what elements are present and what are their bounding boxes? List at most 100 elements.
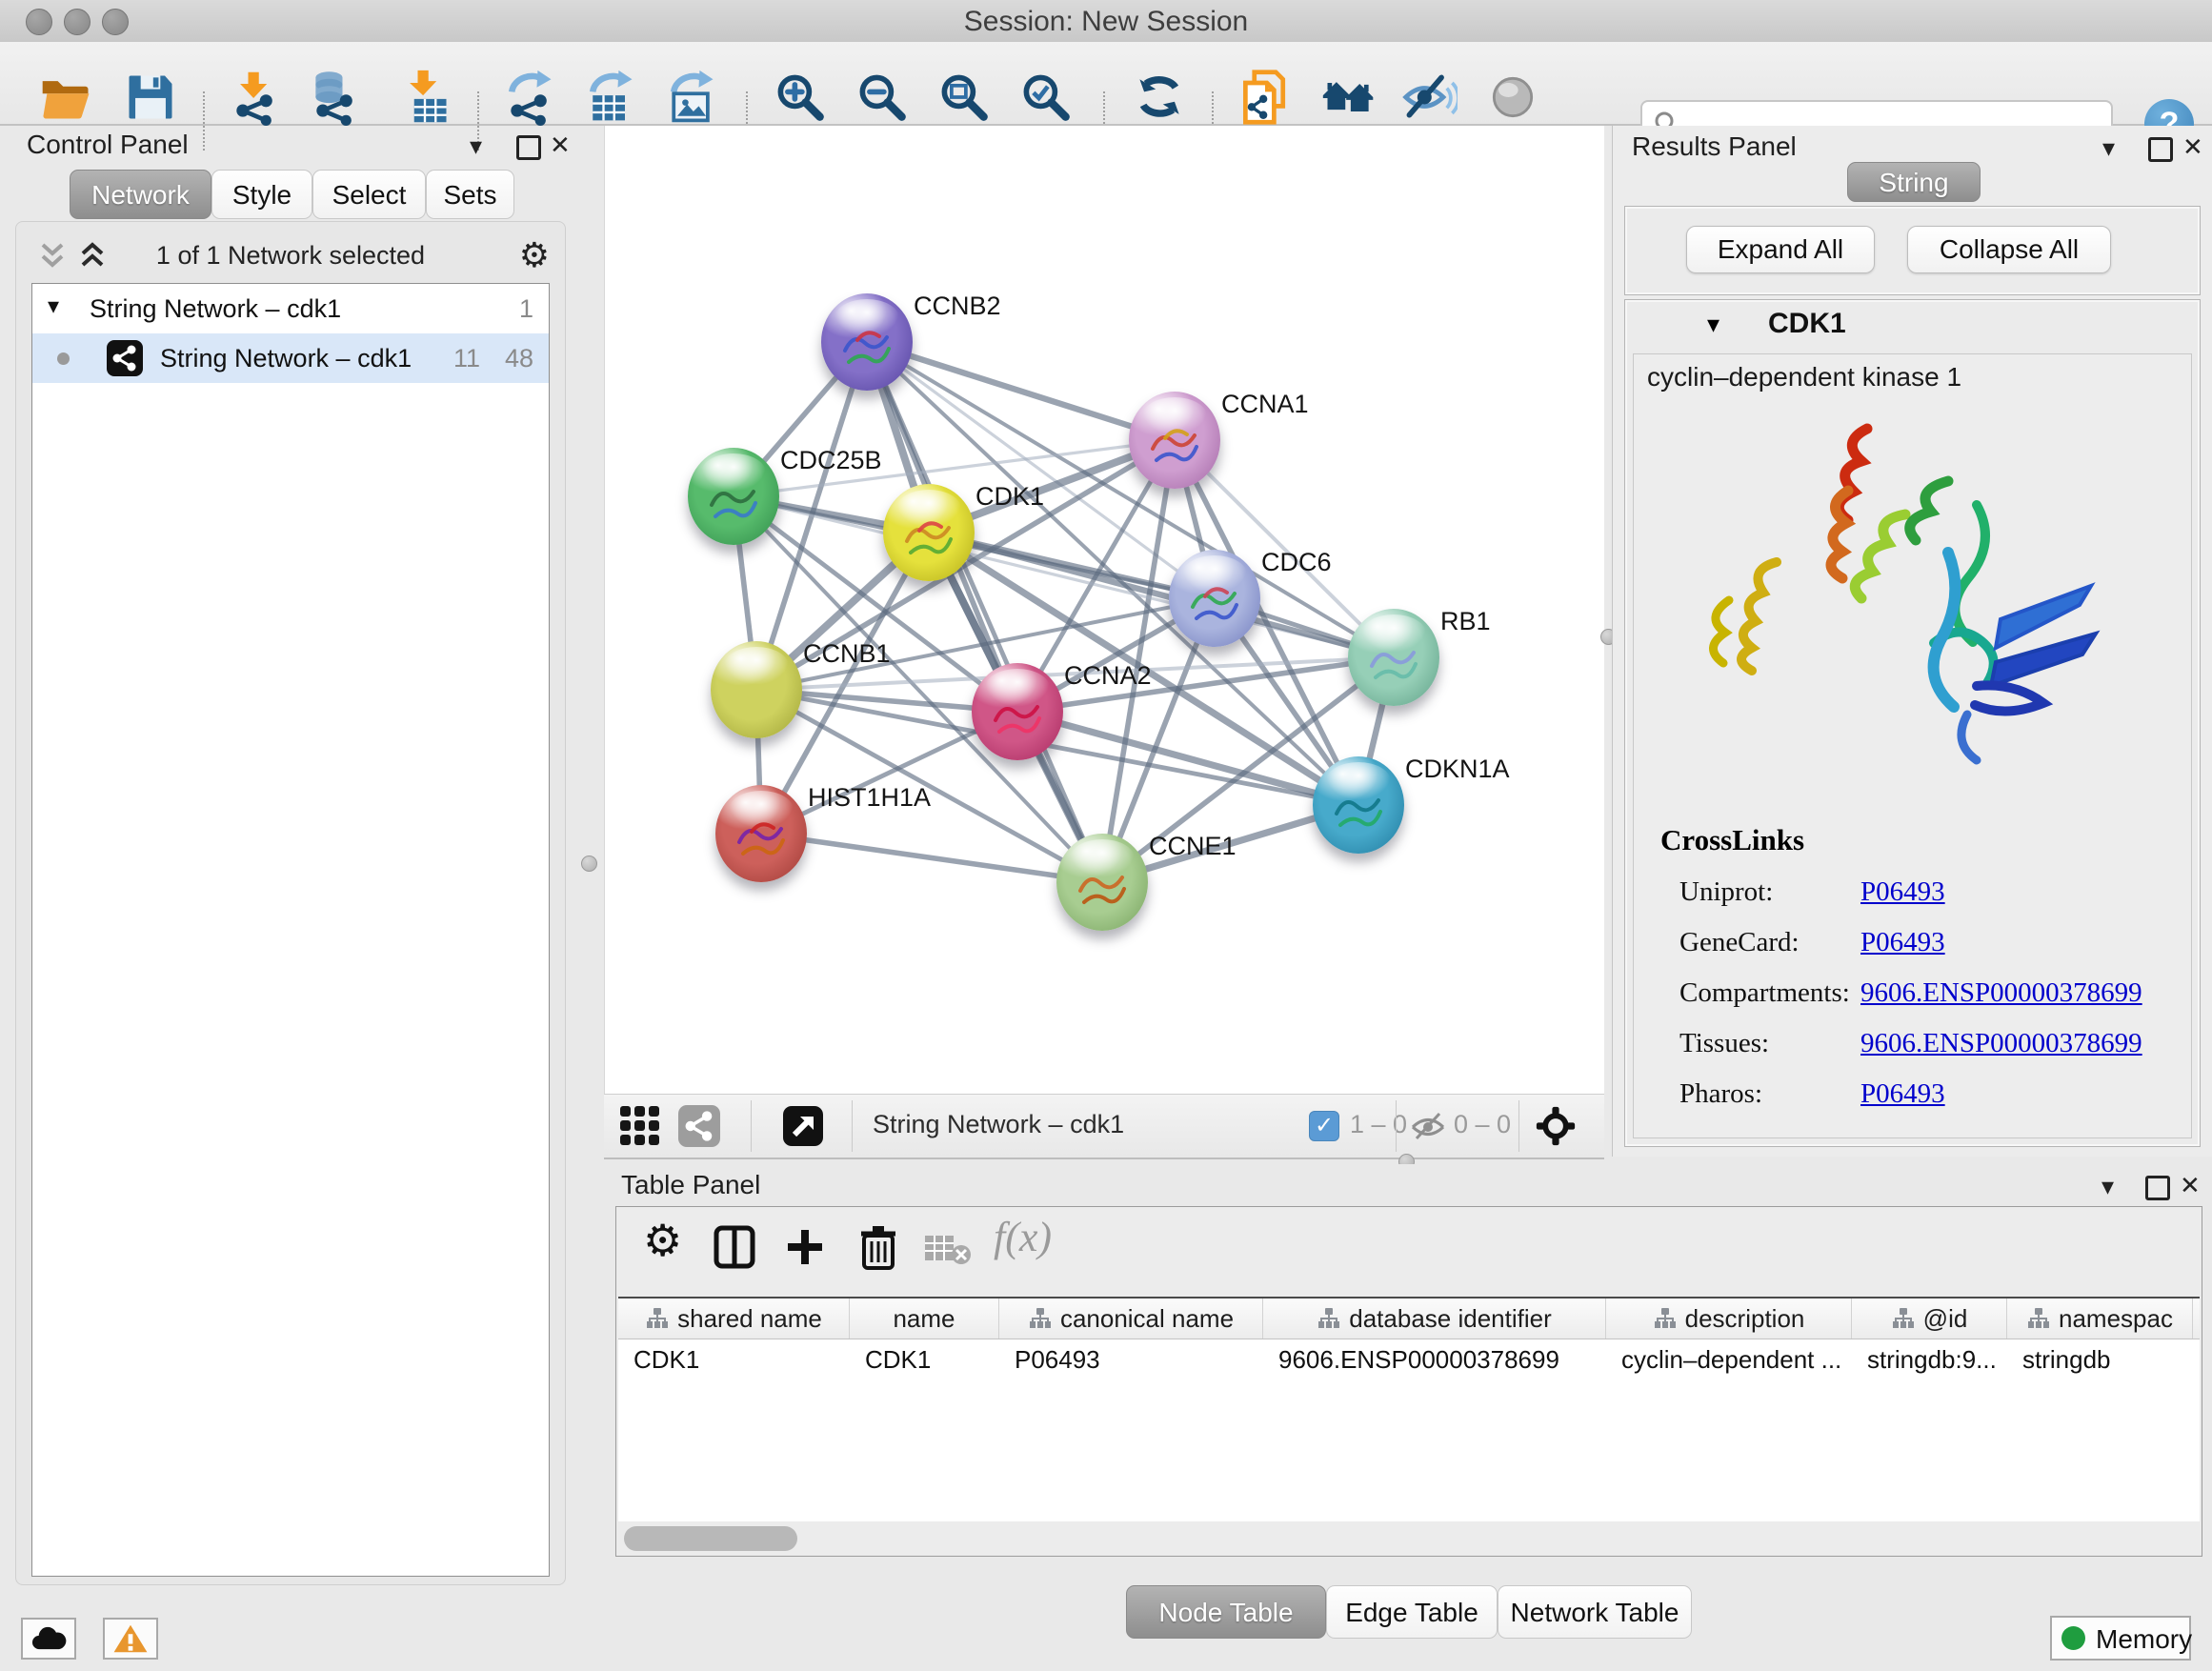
- tab-sets[interactable]: Sets: [426, 170, 514, 219]
- table-cell[interactable]: P06493: [999, 1339, 1263, 1379]
- warning-status-button[interactable]: [103, 1618, 158, 1660]
- cloud-status-button[interactable]: [21, 1618, 76, 1660]
- column-header-namespac[interactable]: namespac: [2007, 1299, 2193, 1339]
- table-cell[interactable]: cyclin–dependent ...: [1606, 1339, 1852, 1379]
- crosslink-compartments[interactable]: 9606.ENSP00000378699: [1860, 977, 2142, 1009]
- float-panel-icon[interactable]: [516, 135, 541, 160]
- tab-style[interactable]: Style: [211, 170, 312, 219]
- crosslink-uniprot[interactable]: P06493: [1860, 876, 1945, 908]
- panel-menu-icon[interactable]: ▾: [2101, 1174, 2114, 1198]
- panel-menu-icon[interactable]: ▾: [2102, 135, 2115, 160]
- network-node-CCNB2[interactable]: CCNB2: [821, 293, 913, 391]
- network-canvas[interactable]: CCNB2 CCNA1 CDC25B CDK1 CDC6 RB1 CCNB1 C…: [604, 126, 1604, 1094]
- delete-column-icon[interactable]: [858, 1224, 898, 1277]
- network-collection-row[interactable]: ▾ String Network – cdk1 1: [32, 284, 549, 333]
- hide-selected-icon[interactable]: [1400, 69, 1458, 126]
- open-session-icon[interactable]: [38, 69, 95, 126]
- table-cell[interactable]: stringdb: [2007, 1339, 2193, 1379]
- crosslink-pharos[interactable]: P06493: [1860, 1078, 1945, 1110]
- results-panel: Results Panel ▾ ✕ String Expand All Coll…: [1612, 126, 2212, 1157]
- network-node-CDKN1A[interactable]: CDKN1A: [1313, 756, 1404, 854]
- shared-column-icon: [2026, 1306, 2051, 1331]
- network-edge[interactable]: [761, 834, 1102, 882]
- network-from-clipboard-icon[interactable]: [1237, 69, 1294, 126]
- selected-node-edge-count: 1 – 0: [1350, 1110, 1407, 1139]
- network-node-CCNA1[interactable]: CCNA1: [1129, 392, 1220, 489]
- column-header-description[interactable]: description: [1606, 1299, 1852, 1339]
- network-node-HIST1H1A[interactable]: HIST1H1A: [715, 785, 807, 882]
- table-cell[interactable]: stringdb:9...: [1852, 1339, 2007, 1379]
- export-image-icon[interactable]: [663, 69, 720, 126]
- column-header-name[interactable]: name: [850, 1299, 999, 1339]
- zoom-fit-icon[interactable]: [935, 69, 993, 126]
- column-header-canonical-name[interactable]: canonical name: [999, 1299, 1263, 1339]
- left-splitter-handle[interactable]: [581, 856, 597, 872]
- network-node-CCNB1[interactable]: CCNB1: [711, 641, 802, 738]
- node-label: CDKN1A: [1405, 755, 1510, 784]
- network-node-CDC25B[interactable]: CDC25B: [688, 448, 779, 545]
- float-panel-icon[interactable]: [2148, 137, 2173, 162]
- network-node-CCNE1[interactable]: CCNE1: [1056, 834, 1148, 931]
- collapse-all-button[interactable]: Collapse All: [1907, 226, 2111, 273]
- expand-all-button[interactable]: Expand All: [1686, 226, 1875, 273]
- crosshair-icon[interactable]: [1534, 1104, 1578, 1153]
- zoom-out-icon[interactable]: [854, 69, 911, 126]
- zoom-in-icon[interactable]: [772, 69, 829, 126]
- tab-string[interactable]: String: [1847, 162, 1981, 202]
- panel-menu-icon[interactable]: ▾: [470, 133, 482, 158]
- tab-network[interactable]: Network: [70, 170, 211, 219]
- network-node-CCNA2[interactable]: CCNA2: [972, 663, 1063, 760]
- table-row[interactable]: CDK1CDK1P064939606.ENSP00000378699cyclin…: [618, 1339, 2200, 1379]
- table-panel: Table Panel ▾ ✕ ⚙ f(x) shared namenameca…: [604, 1164, 2212, 1671]
- crosslinks-heading: CrossLinks: [1660, 823, 1804, 857]
- apply-layout-icon[interactable]: [1131, 69, 1188, 126]
- memory-button[interactable]: Memory: [2050, 1616, 2191, 1661]
- tab-node-table[interactable]: Node Table: [1126, 1585, 1326, 1639]
- close-panel-icon[interactable]: ✕: [550, 132, 571, 157]
- hidden-node-edge-count: 0 – 0: [1454, 1110, 1511, 1139]
- network-node-RB1[interactable]: RB1: [1348, 609, 1439, 706]
- chevron-down-icon[interactable]: ▾: [48, 292, 59, 320]
- selected-checkbox-icon[interactable]: ✓: [1309, 1111, 1339, 1141]
- zoom-selected-icon[interactable]: [1017, 69, 1075, 126]
- table-cell[interactable]: CDK1: [618, 1339, 850, 1379]
- birdseye-view-icon[interactable]: [783, 1106, 823, 1146]
- columns-icon[interactable]: [714, 1224, 755, 1275]
- show-all-icon[interactable]: [1484, 69, 1541, 126]
- network-node-CDC6[interactable]: CDC6: [1169, 550, 1260, 647]
- protein-ribbon-icon: [1325, 774, 1392, 840]
- share-view-icon[interactable]: [678, 1105, 720, 1147]
- table-cell[interactable]: 9606.ENSP00000378699: [1263, 1339, 1606, 1379]
- column-header-shared-name[interactable]: shared name: [618, 1299, 850, 1339]
- tab-network-table[interactable]: Network Table: [1498, 1585, 1692, 1639]
- column-header-@id[interactable]: @id: [1852, 1299, 2007, 1339]
- crosslink-tissues[interactable]: 9606.ENSP00000378699: [1860, 1028, 2142, 1059]
- collapse-section-icon[interactable]: ▾: [1707, 310, 1719, 339]
- window-title: Session: New Session: [0, 6, 2212, 38]
- add-column-icon[interactable]: [784, 1224, 826, 1275]
- crosslink-genecard[interactable]: P06493: [1860, 927, 1945, 958]
- import-table-file-icon[interactable]: [396, 69, 453, 126]
- column-header-database-identifier[interactable]: database identifier: [1263, 1299, 1606, 1339]
- shared-column-icon: [1891, 1306, 1916, 1331]
- table-box: ⚙ f(x) shared namenamecanonical namedata…: [615, 1206, 2202, 1557]
- save-session-icon[interactable]: [122, 69, 179, 126]
- grid-view-icon[interactable]: [617, 1103, 663, 1154]
- close-panel-icon[interactable]: ✕: [2180, 1173, 2201, 1198]
- string-home-icon[interactable]: [1320, 69, 1377, 126]
- float-panel-icon[interactable]: [2145, 1176, 2170, 1200]
- gear-icon[interactable]: ⚙: [519, 235, 550, 275]
- network-node-CDK1[interactable]: CDK1: [883, 484, 975, 581]
- node-table[interactable]: shared namenamecanonical namedatabase id…: [618, 1297, 2200, 1521]
- table-cell[interactable]: CDK1: [850, 1339, 999, 1379]
- horizontal-scrollbar[interactable]: [624, 1526, 797, 1551]
- gear-icon[interactable]: ⚙: [643, 1215, 682, 1266]
- export-network-icon[interactable]: [501, 69, 558, 126]
- import-network-database-icon[interactable]: [307, 69, 364, 126]
- network-row[interactable]: String Network – cdk1 11 48: [32, 333, 549, 383]
- import-network-file-icon[interactable]: [227, 69, 284, 126]
- export-table-icon[interactable]: [582, 69, 639, 126]
- tab-edge-table[interactable]: Edge Table: [1326, 1585, 1498, 1639]
- close-panel-icon[interactable]: ✕: [2182, 134, 2203, 159]
- tab-select[interactable]: Select: [312, 170, 426, 219]
